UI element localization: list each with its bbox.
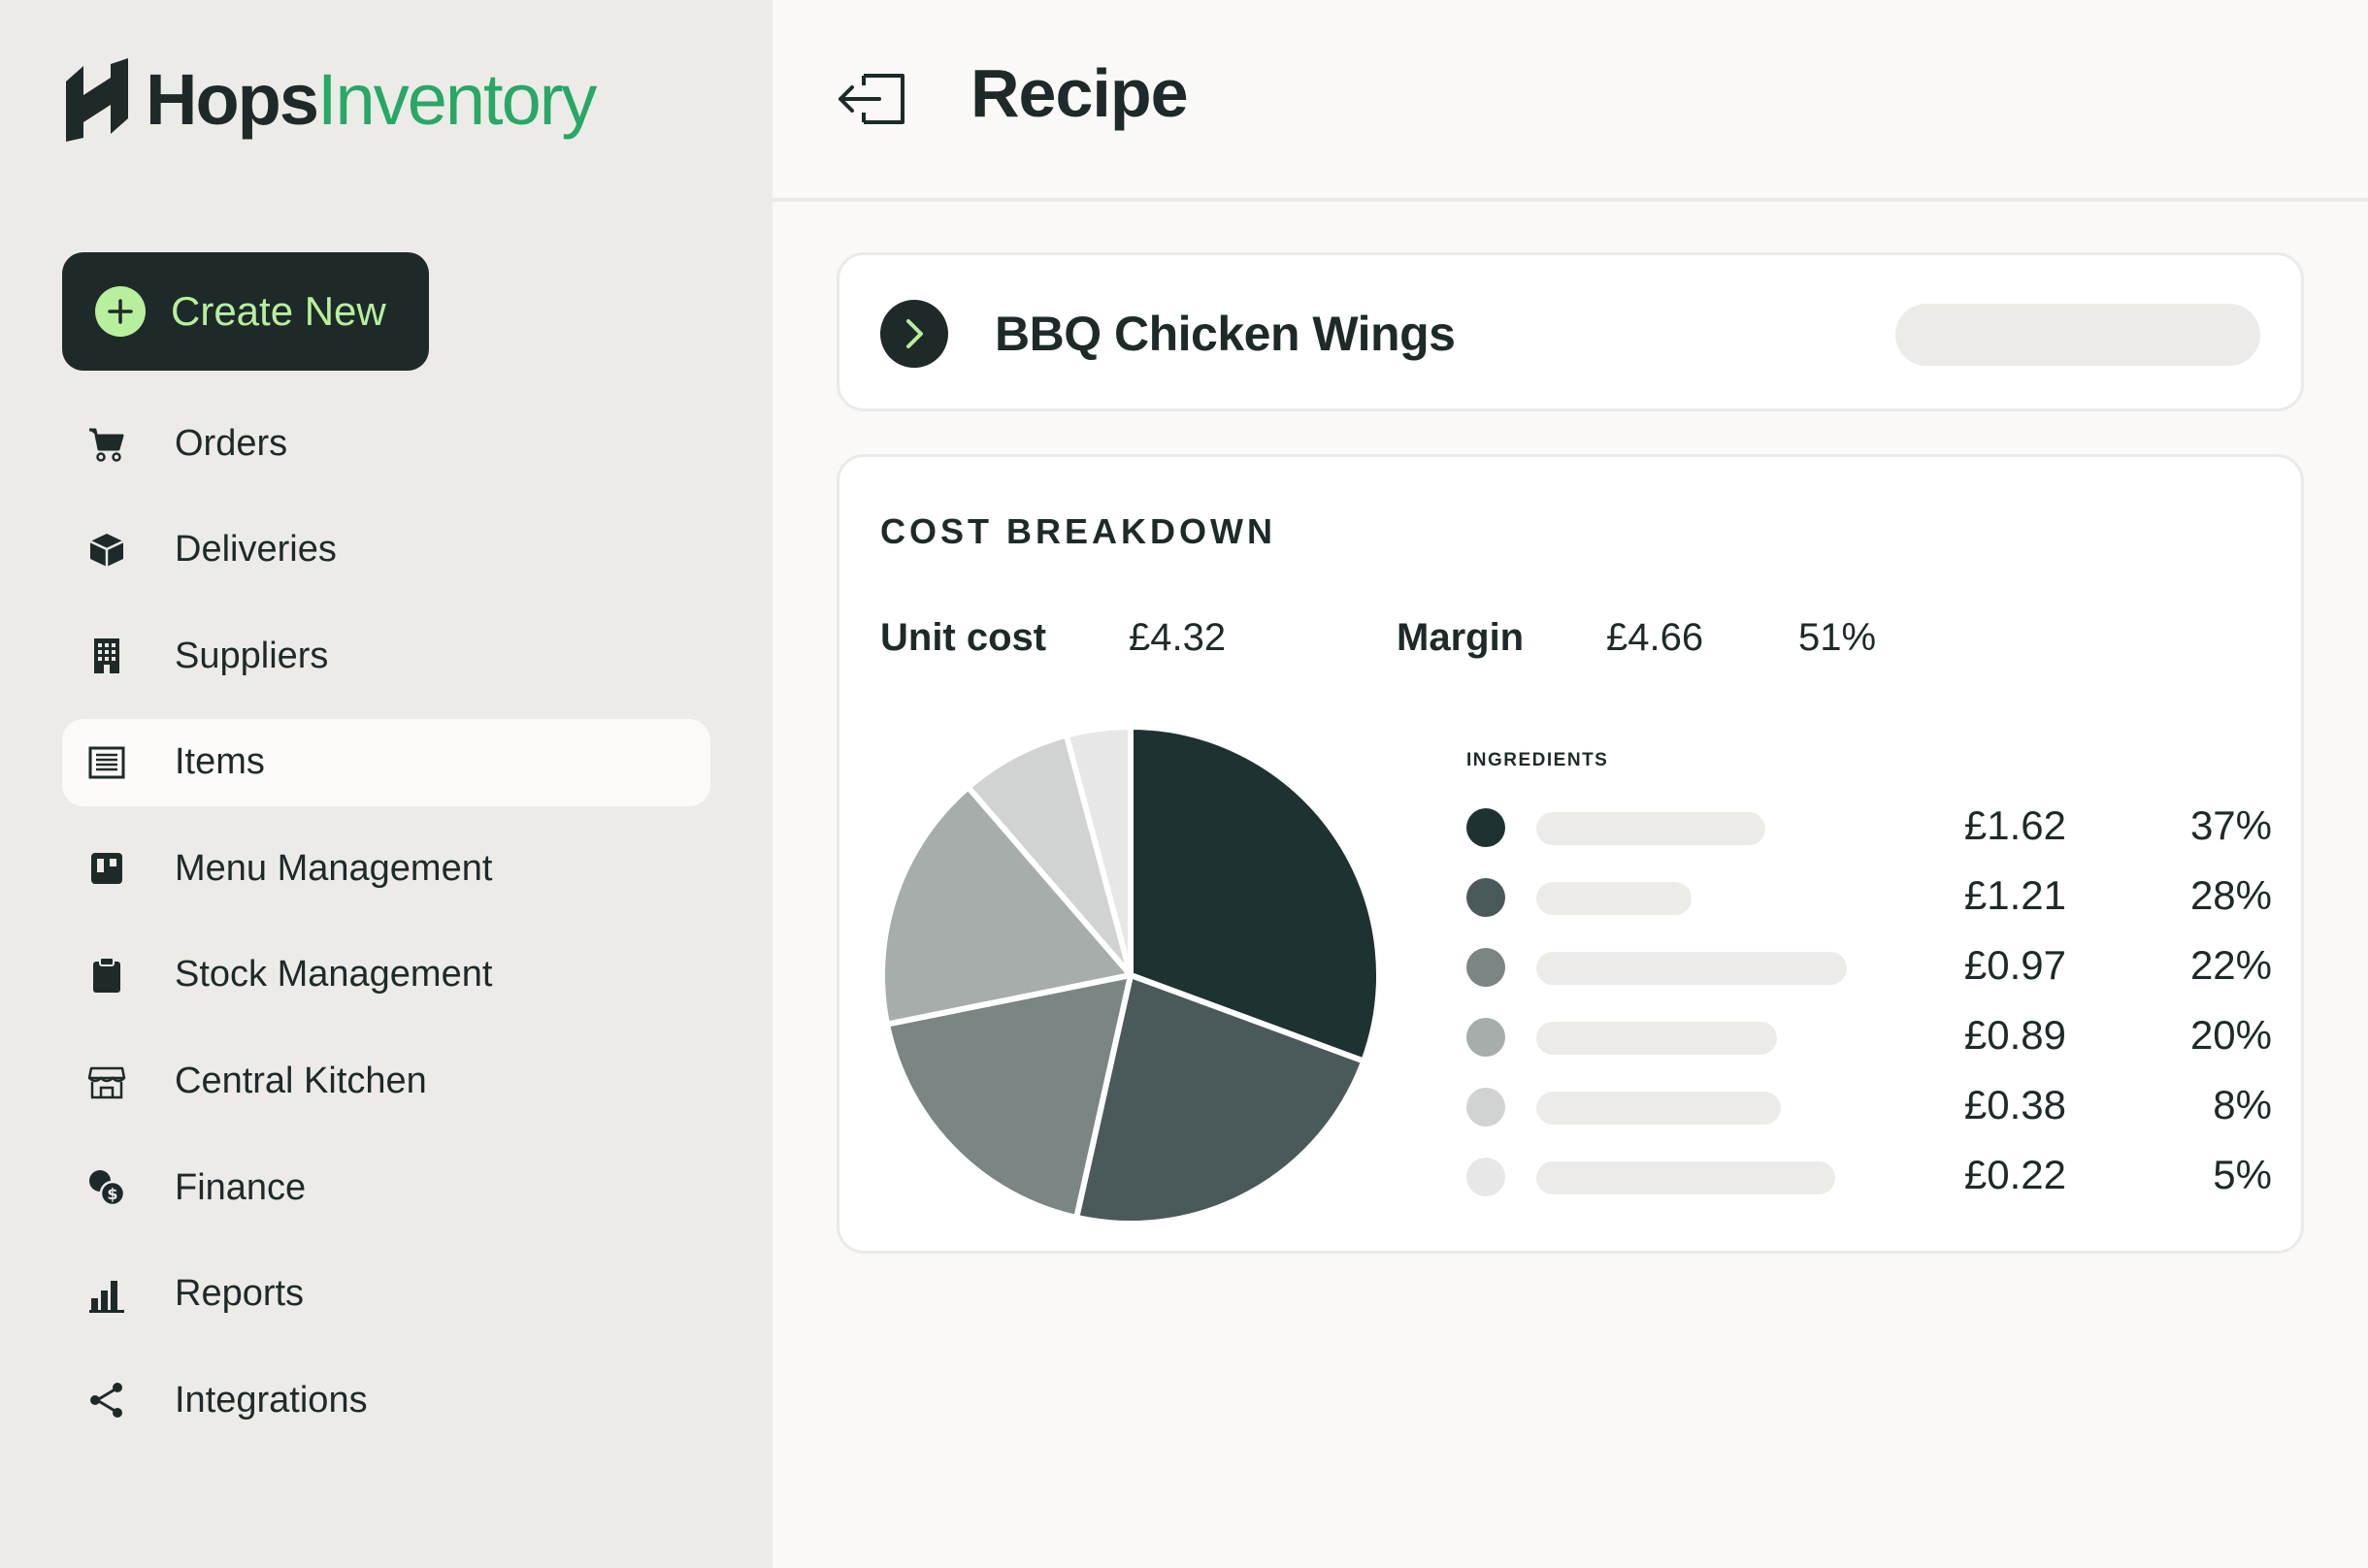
legend-dot: [1466, 1088, 1505, 1127]
ingredient-cost: £0.22: [1963, 1152, 2066, 1197]
ingredient-row[interactable]: £1.62 37%: [1466, 802, 2272, 848]
legend-dot: [1466, 948, 1505, 987]
ingredient-row[interactable]: £0.38 8%: [1466, 1082, 2272, 1127]
ingredient-percent: 8%: [2213, 1082, 2272, 1127]
share-icon: [90, 1383, 122, 1419]
sidebar: HopsInventory Create New Orders Deliveri…: [0, 0, 773, 1568]
sidebar-item-label: Menu Management: [175, 847, 493, 889]
cart-icon: [89, 428, 124, 462]
sidebar-item-label: Stock Management: [175, 954, 493, 996]
menu-icon: [91, 853, 122, 885]
brand-logo[interactable]: HopsInventory: [60, 56, 597, 144]
brand-word-hops: Hops: [146, 59, 319, 140]
coins-icon: $: [89, 1170, 126, 1207]
ingredient-name-placeholder: [1536, 882, 1692, 915]
margin-label: Margin: [1397, 616, 1525, 659]
ingredient-name-placeholder: [1536, 1161, 1835, 1194]
sidebar-item-suppliers[interactable]: Suppliers: [62, 612, 710, 700]
legend-dot: [1466, 808, 1505, 847]
recipe-card[interactable]: BBQ Chicken Wings: [837, 252, 2304, 411]
svg-text:$: $: [107, 1185, 117, 1203]
ingredient-row[interactable]: £0.22 5%: [1466, 1152, 2272, 1197]
ingredient-percent: 28%: [2189, 872, 2272, 918]
unit-cost-value: £4.32: [1129, 616, 1227, 659]
sidebar-item-label: Deliveries: [175, 529, 337, 571]
ingredient-name-placeholder: [1536, 1092, 1781, 1125]
ingredient-cost: £0.38: [1963, 1082, 2066, 1127]
sidebar-item-stock-management[interactable]: Stock Management: [62, 931, 710, 1019]
store-icon: [87, 1066, 126, 1098]
page-title: Recipe: [970, 55, 1189, 131]
ingredient-percent: 37%: [2189, 802, 2272, 848]
ingredients-title: INGREDIENTS: [1466, 750, 1609, 770]
ingredient-cost: £1.62: [1963, 802, 2066, 848]
exit-arrow-icon[interactable]: [835, 70, 908, 128]
building-icon: [94, 638, 119, 674]
ingredient-percent: 22%: [2189, 942, 2272, 988]
cost-breakdown-card: COST BREAKDOWN Unit cost £4.32 Margin £4…: [837, 454, 2304, 1254]
ingredient-percent: 20%: [2189, 1012, 2272, 1058]
ingredient-row[interactable]: £0.97 22%: [1466, 942, 2272, 988]
ingredient-cost: £0.89: [1963, 1012, 2066, 1058]
sidebar-item-menu-management[interactable]: Menu Management: [62, 825, 710, 912]
legend-dot: [1466, 1158, 1505, 1196]
sidebar-item-items[interactable]: Items: [62, 718, 710, 806]
sidebar-item-label: Central Kitchen: [175, 1061, 427, 1102]
ingredient-name-placeholder: [1536, 1022, 1777, 1055]
unit-cost-label: Unit cost: [880, 616, 1047, 659]
create-new-button[interactable]: Create New: [62, 252, 429, 371]
cost-pie-chart: [879, 724, 1382, 1226]
sidebar-item-label: Integrations: [175, 1379, 368, 1421]
ingredient-cost: £0.97: [1963, 942, 2066, 988]
sidebar-item-label: Reports: [175, 1273, 305, 1315]
brand-word-inventory: Inventory: [317, 59, 597, 140]
ingredient-name-placeholder: [1536, 812, 1765, 845]
margin-value: £4.66: [1606, 616, 1704, 659]
sidebar-nav: Orders Deliveries Suppliers Items Menu M…: [62, 400, 710, 1463]
cost-breakdown-title: COST BREAKDOWN: [880, 511, 1276, 551]
recipe-placeholder-pill: [1895, 304, 2260, 366]
recipe-name: BBQ Chicken Wings: [995, 307, 1456, 361]
ingredient-row[interactable]: £1.21 28%: [1466, 872, 2272, 918]
sidebar-item-orders[interactable]: Orders: [62, 400, 710, 487]
page-header: Recipe: [773, 0, 2368, 202]
clipboard-icon: [93, 956, 120, 993]
sidebar-item-finance[interactable]: $ Finance: [62, 1144, 710, 1231]
ingredient-cost: £1.21: [1963, 872, 2066, 918]
hops-logo-icon: [66, 58, 128, 142]
sidebar-item-label: Orders: [175, 422, 288, 464]
ingredient-name-placeholder: [1536, 952, 1847, 985]
plus-icon: [95, 286, 146, 337]
create-new-label: Create New: [171, 288, 386, 334]
ingredient-percent: 5%: [2213, 1152, 2272, 1197]
sidebar-item-deliveries[interactable]: Deliveries: [62, 506, 710, 594]
ingredient-row[interactable]: £0.89 20%: [1466, 1012, 2272, 1058]
legend-dot: [1466, 878, 1505, 917]
box-icon: [89, 533, 124, 567]
bar-chart-icon: [89, 1280, 124, 1313]
chevron-right-icon[interactable]: [880, 300, 948, 368]
list-icon: [88, 746, 125, 779]
sidebar-item-reports[interactable]: Reports: [62, 1251, 710, 1338]
sidebar-item-label: Finance: [175, 1166, 307, 1208]
main-content: Recipe BBQ Chicken Wings COST BREAKDOWN …: [773, 0, 2368, 1568]
sidebar-item-central-kitchen[interactable]: Central Kitchen: [62, 1038, 710, 1126]
sidebar-item-label: Items: [175, 741, 265, 783]
sidebar-item-integrations[interactable]: Integrations: [62, 1356, 710, 1444]
sidebar-item-label: Suppliers: [175, 635, 329, 676]
margin-percent: 51%: [1798, 616, 1877, 659]
legend-dot: [1466, 1018, 1505, 1057]
